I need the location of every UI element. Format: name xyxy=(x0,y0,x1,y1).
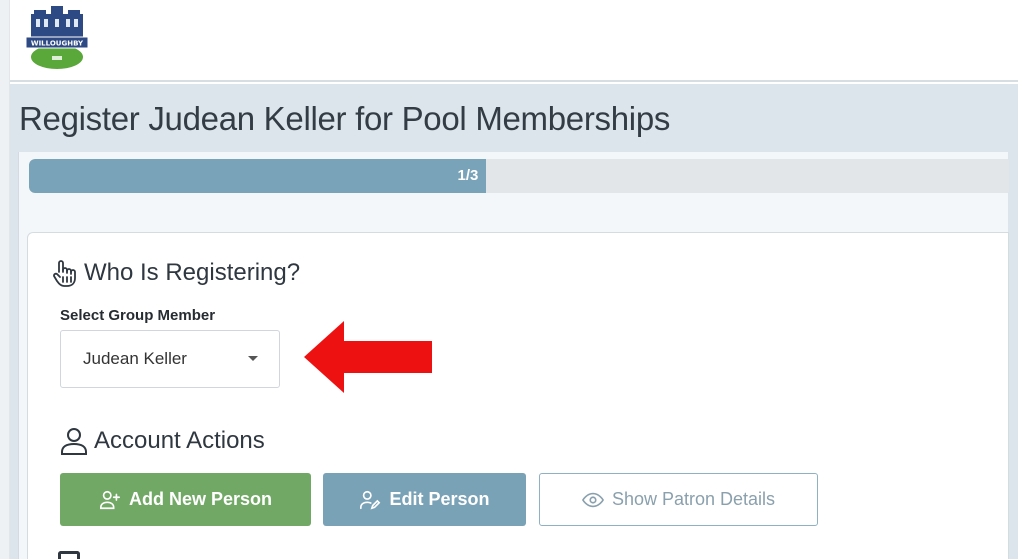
registration-card: Who Is Registering? Select Group Member … xyxy=(27,232,1009,559)
group-member-label: Select Group Member xyxy=(60,307,216,324)
page-title: Register Judean Keller for Pool Membersh… xyxy=(19,100,671,137)
left-edge xyxy=(0,0,10,559)
next-section-icon-partial xyxy=(58,551,80,559)
progress-fill: 1/3 xyxy=(29,159,487,193)
group-member-selected-value: Judean Keller xyxy=(83,349,187,368)
user-plus-icon xyxy=(99,490,120,509)
user-outline-icon xyxy=(61,428,87,455)
show-patron-details-button[interactable]: Show Patron Details xyxy=(539,473,818,526)
who-registering-title: Who Is Registering? xyxy=(84,259,301,286)
registration-progress-bar: 1/3 xyxy=(29,159,1009,193)
pointer-hand-icon xyxy=(53,260,76,287)
eye-icon xyxy=(581,492,604,507)
account-actions-title: Account Actions xyxy=(94,427,265,454)
red-arrow-left-icon xyxy=(304,321,432,393)
edit-person-button[interactable]: Edit Person xyxy=(323,473,526,526)
city-hall-logo[interactable]: WILLOUGHBY xyxy=(22,4,92,70)
add-new-person-button[interactable]: Add New Person xyxy=(60,473,311,526)
add-new-person-label: Add New Person xyxy=(128,489,273,509)
progress-label: 1/3 xyxy=(457,167,479,184)
edit-person-label: Edit Person xyxy=(389,489,490,509)
main-content: 1/3 Who Is Registering? Select Group Mem… xyxy=(18,152,1009,559)
show-patron-details-label: Show Patron Details xyxy=(611,489,776,509)
account-actions-heading: Account Actions xyxy=(58,425,265,457)
chevron-down-icon xyxy=(248,356,258,361)
logo-text: WILLOUGHBY xyxy=(31,40,84,48)
group-member-select[interactable]: Judean Keller xyxy=(60,330,280,388)
user-edit-icon xyxy=(360,490,381,510)
site-header: WILLOUGHBY xyxy=(10,0,1018,82)
who-registering-heading: Who Is Registering? xyxy=(48,257,300,289)
